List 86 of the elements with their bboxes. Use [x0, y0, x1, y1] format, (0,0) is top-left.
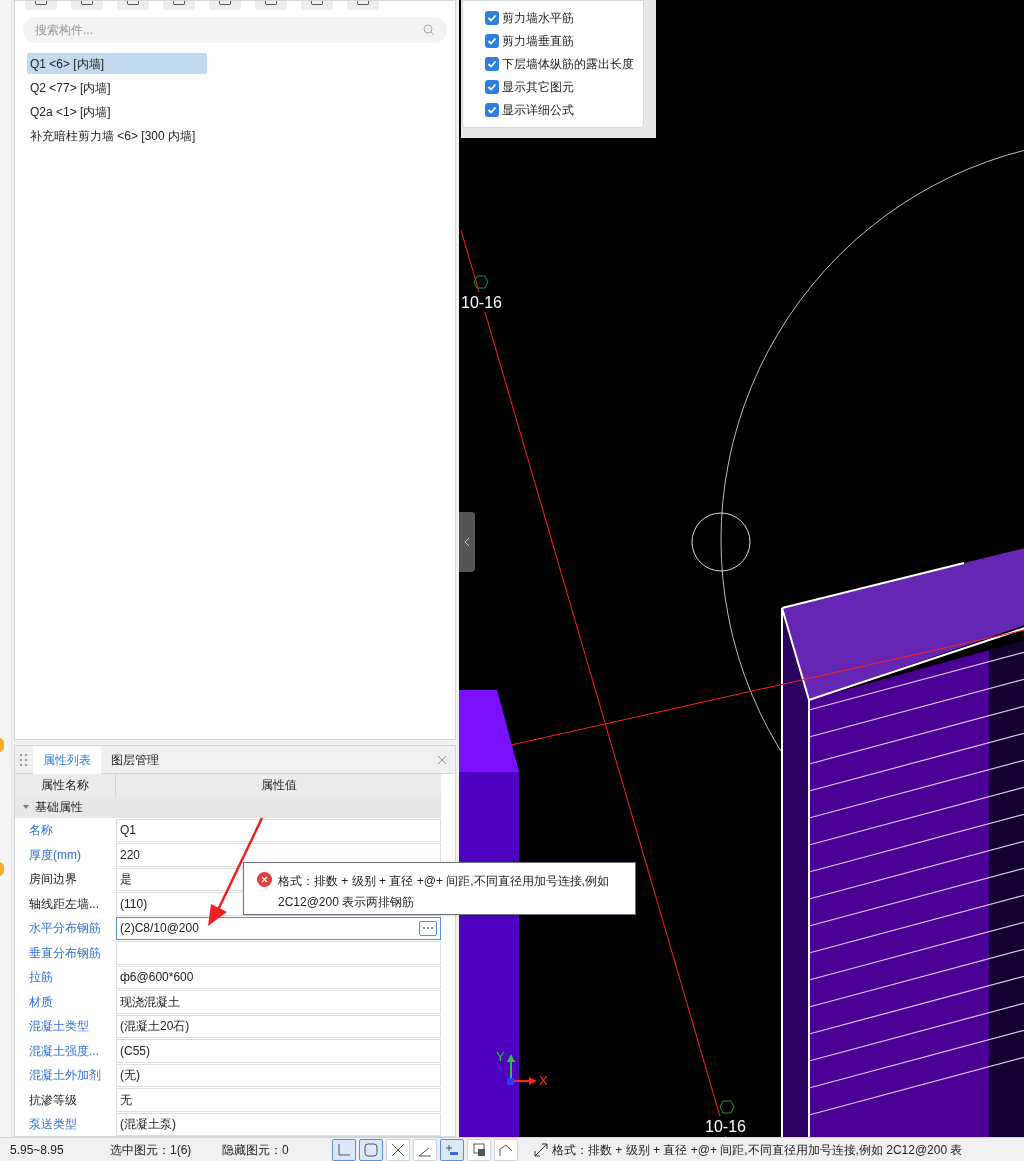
toolbar-icon[interactable] — [117, 1, 149, 10]
property-value[interactable]: 现浇混凝土 — [116, 990, 441, 1014]
hidden-count: 隐藏图元：0 — [222, 1141, 290, 1159]
checkbox[interactable] — [485, 103, 499, 117]
property-value[interactable]: (混凝土泵) — [116, 1112, 441, 1136]
toolbar-icon[interactable] — [163, 1, 195, 10]
toolbar-icon[interactable] — [301, 1, 333, 10]
axis-marker-icon — [473, 275, 489, 289]
checkbox[interactable] — [485, 80, 499, 94]
cross-icon — [391, 1142, 405, 1157]
chevron-left-icon — [464, 537, 470, 547]
property-name: 轴线距左墙... — [28, 895, 100, 913]
property-name: 垂直分布钢筋 — [28, 944, 102, 962]
option-label: 显示详细公式 — [502, 102, 574, 119]
property-name: 材质 — [28, 993, 54, 1011]
group-row[interactable]: 基础属性 — [15, 796, 441, 818]
property-value[interactable]: (2)C8/10@200 — [116, 916, 441, 940]
checkbox[interactable] — [485, 34, 499, 48]
component-item[interactable]: 补充暗柱剪力墙 <6> [300 内墙] — [27, 125, 207, 146]
column-header: 属性值 — [116, 774, 441, 796]
checkbox[interactable] — [485, 11, 499, 25]
property-name: 混凝土类型 — [28, 1018, 90, 1036]
option-label: 剪力墙水平筋 — [502, 10, 574, 27]
option-label: 剪力墙垂直筋 — [502, 33, 574, 50]
search-icon — [423, 24, 435, 36]
component-item[interactable]: Q1 <6> [内墙] — [27, 53, 207, 74]
layer-icon — [472, 1142, 486, 1157]
property-name: 拉筋 — [28, 969, 54, 987]
search-input[interactable]: 搜索构件... — [35, 21, 423, 39]
property-value[interactable]: Q1 — [116, 818, 441, 842]
status-tool-button[interactable] — [440, 1138, 464, 1161]
toolbar-icon[interactable] — [209, 1, 241, 10]
panel-tab[interactable]: 属性列表 — [33, 745, 101, 774]
elevation-text: 5.95~8.95 — [10, 1141, 65, 1159]
ellipsis-icon — [423, 927, 433, 930]
property-name: 抗渗等级 — [28, 1091, 78, 1109]
property-value[interactable]: (混凝土20石) — [116, 1014, 441, 1038]
option-label: 下层墙体纵筋的露出长度 — [502, 56, 634, 73]
checkmark-icon — [487, 105, 497, 115]
column-header: 属性名称 — [15, 774, 116, 796]
search-field[interactable]: 搜索构件... — [23, 17, 447, 43]
component-item[interactable]: Q2 <77> [内墙] — [27, 77, 207, 98]
axis-name: X — [539, 1073, 548, 1088]
toolbar-icon[interactable] — [25, 1, 57, 10]
status-tool-button[interactable] — [359, 1138, 383, 1161]
expand-icon — [534, 1142, 548, 1157]
checkbox[interactable] — [485, 57, 499, 71]
toolbar-icon[interactable] — [255, 1, 287, 10]
rectangle-icon — [364, 1142, 378, 1157]
component-item[interactable]: Q2a <1> [内墙] — [27, 101, 207, 122]
axis-marker-icon — [719, 1100, 735, 1114]
caret-icon — [23, 803, 29, 810]
property-value[interactable]: (C55) — [116, 1039, 441, 1063]
property-name: 厚度(mm) — [28, 846, 82, 864]
property-value[interactable]: ф6@600*600 — [116, 965, 441, 989]
property-name: 房间边界 — [28, 871, 78, 889]
property-name: 名称 — [28, 822, 54, 840]
axis-name: Y — [496, 1049, 505, 1064]
property-value[interactable]: (无) — [116, 1063, 441, 1087]
drag-handle-icon[interactable] — [20, 752, 28, 767]
error-icon — [257, 872, 272, 887]
property-name: 混凝土强度... — [28, 1042, 100, 1060]
property-name: 水平分布钢筋 — [28, 920, 102, 938]
checkmark-icon — [487, 82, 497, 92]
checkmark-icon — [487, 59, 497, 69]
property-name: 泵送类型 — [28, 1116, 78, 1134]
close-icon[interactable] — [437, 754, 447, 765]
checkmark-icon — [487, 36, 497, 46]
ortho-icon — [337, 1142, 351, 1157]
toolbar-icon[interactable] — [71, 1, 103, 10]
axis-label: 10-16 — [705, 1118, 746, 1135]
panel-tab[interactable]: 图层管理 — [101, 745, 169, 774]
collapse-handle[interactable] — [459, 512, 475, 572]
group-label: 基础属性 — [35, 798, 83, 816]
property-name: 混凝土外加剂 — [28, 1067, 102, 1085]
more-button[interactable] — [419, 920, 437, 936]
checkmark-icon — [487, 13, 497, 23]
curve-icon — [499, 1142, 513, 1157]
toolbar-icon[interactable] — [347, 1, 379, 10]
option-label: 显示其它图元 — [502, 79, 574, 96]
status-message: 格式：排数 + 级别 + 直径 +@+ 间距,不同直径用加号连接,例如 2C12@200 表 — [552, 1141, 963, 1159]
selected-count: 选中图元：1(6) — [110, 1141, 193, 1159]
coordinate-axes-icon — [507, 1054, 537, 1085]
snap-icon — [445, 1142, 459, 1157]
property-value[interactable]: 无 — [116, 1088, 441, 1112]
axis-label: 10-16 — [461, 294, 502, 311]
